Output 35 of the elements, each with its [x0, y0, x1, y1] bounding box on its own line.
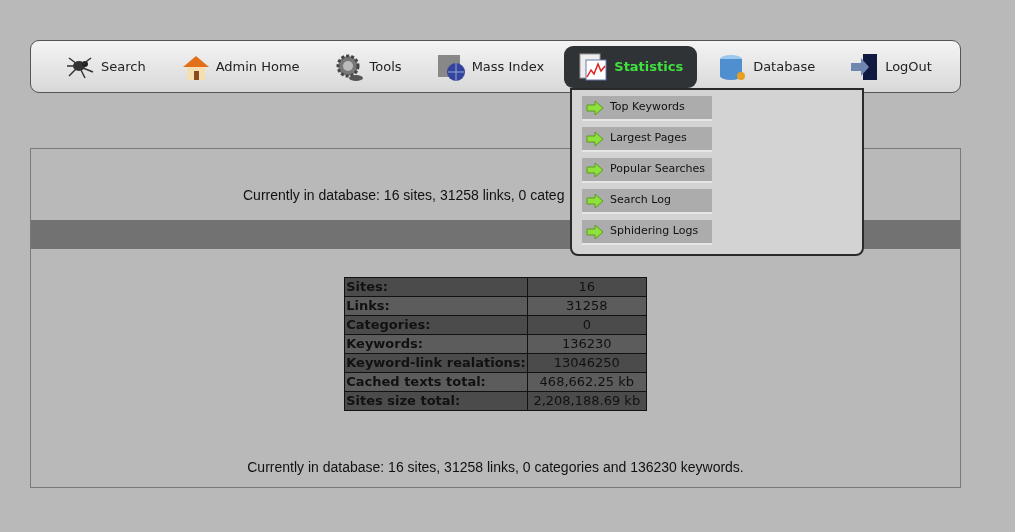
stat-value: 2,208,188.69 kb — [527, 391, 647, 411]
menu-item[interactable]: Sphidering Logs — [582, 220, 712, 243]
chart-icon — [578, 51, 609, 82]
stat-label: Links: — [344, 296, 528, 316]
arrow-icon — [586, 131, 604, 146]
nav-tab[interactable]: Search — [51, 45, 160, 88]
arrow-icon — [586, 224, 604, 239]
stat-label: Cached texts total: — [344, 372, 528, 392]
stat-label: Keywords: — [344, 334, 528, 354]
nav-tab[interactable]: Admin Home — [165, 45, 314, 88]
stat-value: 13046250 — [527, 353, 647, 373]
arrow-icon — [586, 162, 604, 177]
summary-text: Currently in database: 16 sites, 31258 links, 0 categ — [242, 186, 565, 205]
stat-value: 31258 — [527, 296, 647, 316]
menu-item[interactable]: Search Log — [582, 189, 712, 212]
arrow-icon — [586, 100, 604, 115]
menu-item[interactable]: Largest Pages — [582, 127, 712, 150]
nav-tab[interactable]: Statistics — [564, 45, 698, 88]
summary-text: Currently in database: 16 sites, 31258 links, 0 categories and 136230 keywords. — [247, 458, 744, 477]
nav-tab[interactable]: Database — [703, 45, 830, 88]
stat-value: 0 — [527, 315, 647, 335]
menu-item[interactable]: Top Keywords — [582, 96, 712, 119]
stat-value: 16 — [527, 277, 647, 297]
stat-label: Keyword-link realations: — [344, 353, 528, 373]
nav-tab[interactable]: Tools — [319, 45, 416, 88]
stat-value: 468,662.25 kb — [527, 372, 647, 392]
stat-label: Sites size total: — [344, 391, 528, 411]
stat-value: 136230 — [527, 334, 647, 354]
stat-label: Sites: — [344, 277, 528, 297]
stat-label: Categories: — [344, 315, 528, 335]
menu-item[interactable]: Popular Searches — [582, 158, 712, 181]
arrow-icon — [586, 193, 604, 208]
nav-tab[interactable]: LogOut — [835, 45, 946, 88]
exit-door-icon — [849, 51, 880, 82]
nav-tab[interactable]: Mass Index — [421, 45, 559, 88]
